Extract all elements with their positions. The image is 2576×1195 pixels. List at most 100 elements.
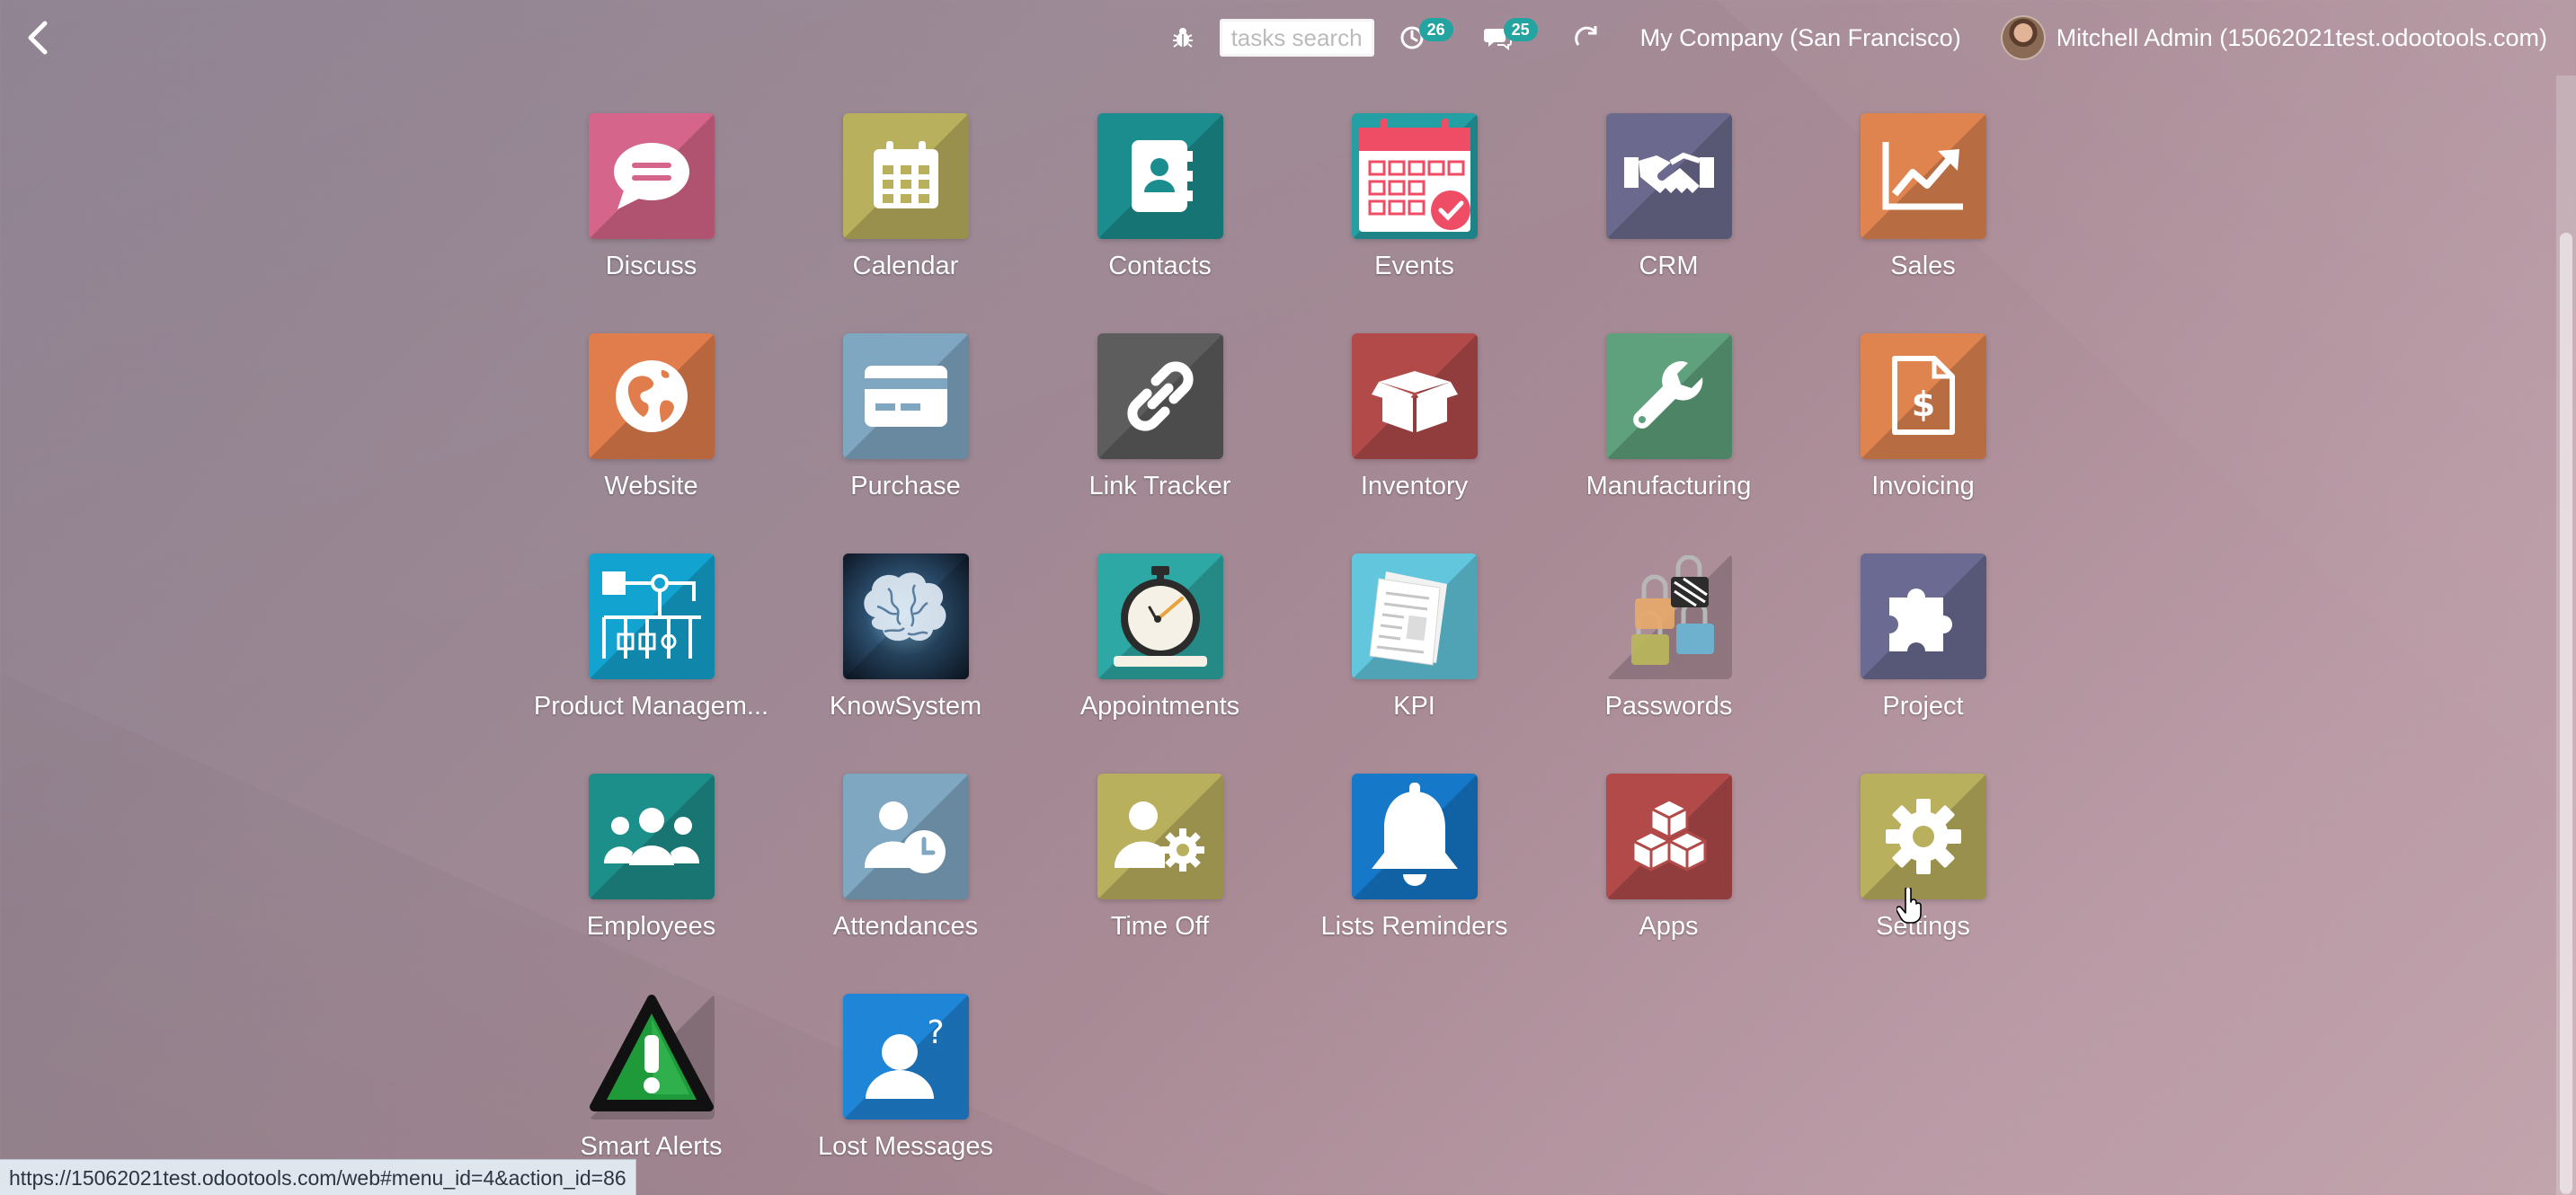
app-settings[interactable]: Settings: [1796, 774, 2050, 980]
app-contacts-tile: [1097, 113, 1223, 239]
app-crm-tile: [1605, 113, 1732, 239]
newspaper-icon: [1368, 571, 1447, 666]
app-label: Smart Alerts: [580, 1132, 723, 1161]
warning-triangle-icon: [589, 995, 714, 1111]
app-passwords-tile: [1605, 553, 1732, 679]
app-kpi-tile: [1351, 553, 1478, 679]
activity-counter-badge: 26: [1418, 18, 1453, 41]
app-discuss[interactable]: Discuss: [524, 113, 778, 320]
app-smart-alerts-tile: [588, 994, 715, 1120]
app-contacts[interactable]: Contacts: [1033, 113, 1287, 320]
app-label: Invoicing: [1871, 472, 1975, 500]
app-manufacturing-tile: [1605, 333, 1732, 459]
app-label: Time Off: [1110, 912, 1210, 941]
refresh-button[interactable]: [1559, 13, 1613, 63]
app-label: Attendances: [832, 912, 979, 941]
app-label: Inventory: [1360, 472, 1469, 500]
app-knowsystem[interactable]: KnowSystem: [778, 553, 1033, 760]
app-label: Product Managem...: [533, 692, 769, 721]
app-settings-tile: [1860, 774, 1986, 899]
app-product-management[interactable]: Product Managem...: [524, 553, 778, 760]
bug-icon: [1172, 28, 1193, 48]
user-menu[interactable]: Mitchell Admin (15062021test.odootools.c…: [1988, 13, 2560, 63]
user-question-icon: ?: [865, 1014, 944, 1099]
app-invoicing[interactable]: $ Invoicing: [1796, 333, 2050, 540]
app-invoicing-tile: $: [1860, 333, 1986, 459]
app-label: Purchase: [850, 472, 961, 500]
app-crm[interactable]: CRM: [1541, 113, 1796, 320]
wrench-icon: [1632, 360, 1702, 429]
page-scrollbar[interactable]: [2556, 75, 2576, 1195]
padlocks-icon: [1630, 555, 1714, 665]
app-website[interactable]: Website: [524, 333, 778, 540]
calendar-icon: [873, 141, 938, 208]
app-passwords[interactable]: Passwords: [1541, 553, 1796, 760]
app-kpi[interactable]: KPI: [1287, 553, 1541, 760]
scrollbar-thumb[interactable]: [2560, 233, 2572, 1194]
app-label: KnowSystem: [829, 692, 982, 721]
company-name: My Company (San Francisco): [1639, 23, 1961, 51]
app-calendar[interactable]: Calendar: [778, 113, 1033, 320]
app-discuss-tile: [588, 113, 715, 239]
app-label: Website: [604, 472, 698, 500]
app-label: Calendar: [852, 252, 959, 280]
app-purchase[interactable]: Purchase: [778, 333, 1033, 540]
app-events-tile: [1351, 113, 1478, 239]
event-calendar-icon: [1358, 119, 1470, 232]
app-manufacturing[interactable]: Manufacturing: [1541, 333, 1796, 540]
back-button[interactable]: [18, 18, 58, 58]
debug-button[interactable]: [1159, 13, 1207, 63]
puzzle-piece-icon: [1888, 589, 1952, 651]
company-switcher[interactable]: My Company (San Francisco): [1613, 13, 1988, 63]
app-label: Sales: [1890, 252, 1956, 280]
app-label: Contacts: [1108, 252, 1212, 280]
app-product-management-tile: [588, 553, 715, 679]
app-appointments[interactable]: Appointments: [1033, 553, 1287, 760]
app-apps[interactable]: Apps: [1541, 774, 1796, 980]
app-time-off[interactable]: Time Off: [1033, 774, 1287, 980]
app-lists-reminders[interactable]: Lists Reminders: [1287, 774, 1541, 980]
contact-book-icon: [1131, 140, 1193, 212]
link-status-url: https://15062021test.odootools.com/web#m…: [0, 1159, 636, 1195]
app-lost-messages[interactable]: ? Lost Messages: [778, 994, 1033, 1195]
svg-text:$: $: [1911, 385, 1934, 424]
app-label: KPI: [1393, 692, 1435, 721]
app-label: Apps: [1639, 912, 1699, 941]
chat-bubble-icon: [613, 143, 689, 209]
app-label: Discuss: [605, 252, 697, 280]
app-label: Appointments: [1079, 692, 1240, 721]
app-label: Events: [1374, 252, 1454, 280]
app-events[interactable]: Events: [1287, 113, 1541, 320]
chart-up-icon: [1882, 142, 1963, 210]
navbar-systray: 26 25 My Company (San Francisco) Mitchel…: [1159, 13, 2560, 63]
app-inventory[interactable]: Inventory: [1287, 333, 1541, 540]
activity-button[interactable]: 26: [1387, 13, 1471, 63]
brain-icon: [863, 572, 946, 642]
invoice-dollar-icon: $: [1891, 356, 1955, 435]
app-project[interactable]: Project: [1796, 553, 2050, 760]
messages-button[interactable]: 25: [1471, 13, 1559, 63]
app-attendances[interactable]: Attendances: [778, 774, 1033, 980]
app-label: CRM: [1639, 252, 1699, 280]
chain-link-icon: [1126, 361, 1194, 431]
app-attendances-tile: [842, 774, 969, 899]
app-label: Employees: [586, 912, 716, 941]
org-tree-icon: [601, 571, 701, 659]
app-link-tracker[interactable]: Link Tracker: [1033, 333, 1287, 540]
user-name: Mitchell Admin (15062021test.odootools.c…: [2056, 23, 2547, 51]
open-box-icon: [1371, 371, 1458, 432]
tasks-search-input[interactable]: [1219, 19, 1374, 57]
app-employees-tile: [588, 774, 715, 899]
sync-icon: [1574, 26, 1597, 46]
app-knowsystem-tile: [842, 553, 969, 679]
app-sales[interactable]: Sales: [1796, 113, 2050, 320]
people-group-icon: [603, 808, 699, 865]
user-gear-icon: [1114, 801, 1204, 872]
app-employees[interactable]: Employees: [524, 774, 778, 980]
top-navbar: 26 25 My Company (San Francisco) Mitchel…: [0, 0, 2576, 75]
app-label: Manufacturing: [1586, 472, 1752, 500]
app-website-tile: [588, 333, 715, 459]
cubes-icon: [1631, 798, 1706, 872]
avatar: [2000, 15, 2046, 60]
handshake-icon: [1623, 152, 1714, 193]
